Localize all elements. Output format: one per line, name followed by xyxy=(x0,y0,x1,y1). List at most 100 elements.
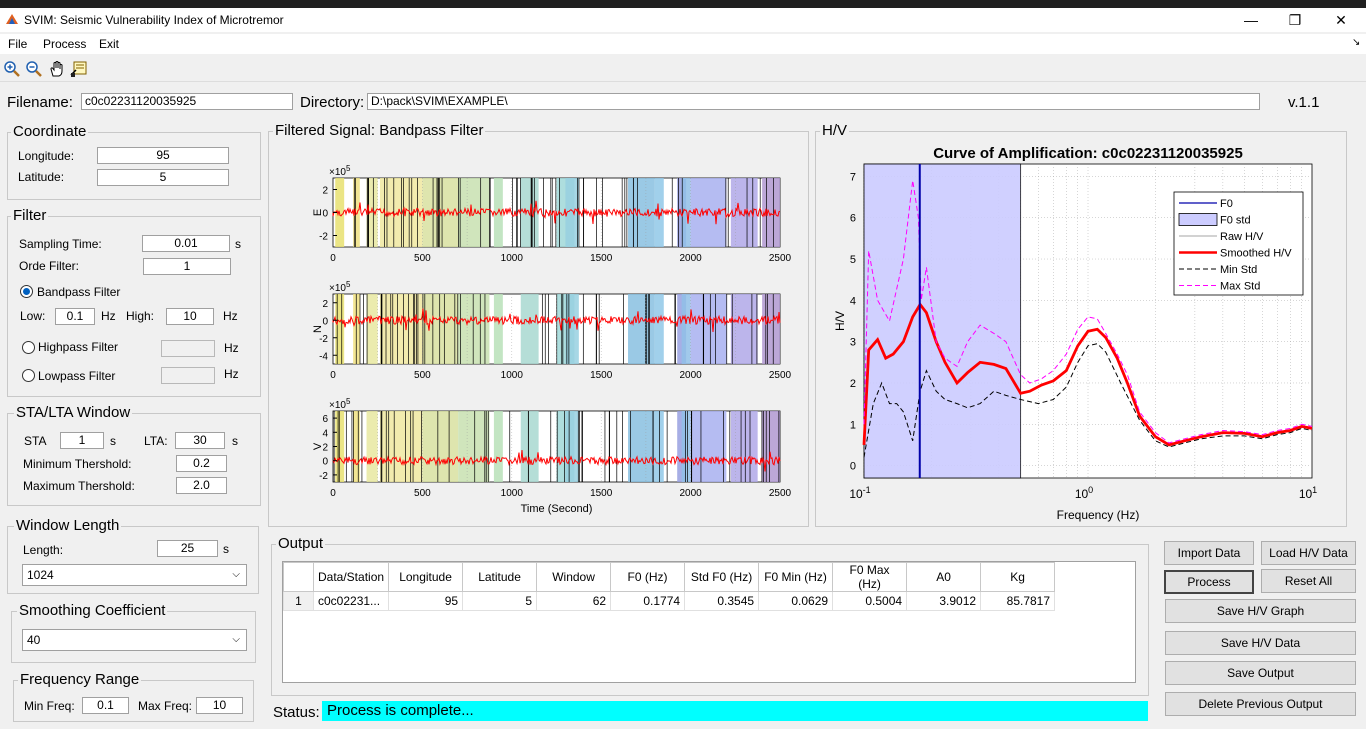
status-label: Status: xyxy=(273,704,320,721)
window-samples-value: 1024 xyxy=(27,568,54,582)
output-table[interactable]: Data/Station Longitude Latitude Window F0 (H… xyxy=(283,562,1056,611)
y-tick-label: 6 xyxy=(322,414,328,425)
highpass-radio[interactable] xyxy=(22,341,35,354)
lowpass-radio[interactable] xyxy=(22,369,35,382)
exponent-label: ×105 xyxy=(329,280,351,294)
x-tick-label: 1500 xyxy=(590,253,613,264)
column-header[interactable]: F0 Max (Hz) xyxy=(832,562,908,592)
x-tick-label: 500 xyxy=(414,253,431,264)
x-tick-label: 10-1 xyxy=(849,485,870,501)
min-threshold-field[interactable]: 0.2 xyxy=(176,455,227,472)
column-header[interactable]: F0 (Hz) xyxy=(610,562,686,592)
window-band xyxy=(690,411,727,482)
channel-label: E xyxy=(312,209,324,216)
minimize-icon[interactable]: — xyxy=(1240,10,1262,30)
column-header[interactable]: Std F0 (Hz) xyxy=(684,562,760,592)
delete-previous-output-button[interactable]: Delete Previous Output xyxy=(1165,692,1356,716)
lta-field[interactable]: 30 xyxy=(175,432,225,449)
sampling-time-unit: s xyxy=(235,237,241,251)
signal-plots[interactable]: 20-20 500 1000 1500 2000 2500×105E20-2-40 500 1… xyxy=(269,140,807,525)
process-button[interactable]: Process xyxy=(1164,570,1254,594)
freq-range-title: Frequency Range xyxy=(18,671,142,688)
orde-filter-field[interactable]: 1 xyxy=(143,258,231,275)
table-cell[interactable]: c0c02231... xyxy=(312,591,390,611)
table-cell[interactable]: 0.1774 xyxy=(610,591,686,611)
table-cell[interactable]: 1 xyxy=(283,591,314,611)
menu-file[interactable]: File xyxy=(8,37,27,51)
y-tick-label: 4 xyxy=(322,428,328,439)
x-tick-label: 101 xyxy=(1299,485,1317,501)
pan-hand-icon[interactable] xyxy=(48,60,66,78)
zoom-out-icon[interactable] xyxy=(25,60,43,78)
highpass-field xyxy=(161,340,215,357)
zoom-in-icon[interactable] xyxy=(3,60,21,78)
y-tick-label: 2 xyxy=(322,299,328,310)
max-freq-field[interactable]: 10 xyxy=(196,697,243,714)
x-tick-label: 2500 xyxy=(769,488,792,499)
max-threshold-field[interactable]: 2.0 xyxy=(176,477,227,494)
channel-label: V xyxy=(312,442,324,450)
save-hv-graph-button[interactable]: Save H/V Graph xyxy=(1165,599,1356,623)
table-cell[interactable]: 95 xyxy=(388,591,464,611)
stalta-title: STA/LTA Window xyxy=(14,404,133,421)
hv-chart[interactable]: 0 1 2 3 4 5 6 7 10-1 100 101 Curve of Amplification… xyxy=(816,140,1346,526)
longitude-label: Longitude: xyxy=(18,149,75,163)
directory-field[interactable]: D:\pack\SVIM\EXAMPLE\ xyxy=(367,93,1260,110)
table-cell[interactable]: 5 xyxy=(462,591,538,611)
table-cell[interactable]: 0.5004 xyxy=(832,591,908,611)
length-field[interactable]: 25 xyxy=(157,540,218,557)
window-band xyxy=(422,411,459,482)
window-band xyxy=(520,411,539,482)
version-label: v.1.1 xyxy=(1288,94,1320,111)
x-tick-label: 500 xyxy=(414,370,431,381)
output-table-container[interactable]: Data/Station Longitude Latitude Window F0 (H… xyxy=(282,561,1136,683)
sta-field[interactable]: 1 xyxy=(60,432,104,449)
close-icon[interactable]: ✕ xyxy=(1330,10,1352,30)
window-band xyxy=(730,294,758,364)
high-field[interactable]: 10 xyxy=(166,308,214,325)
window-band xyxy=(690,178,727,247)
table-cell[interactable]: 85.7817 xyxy=(980,591,1056,611)
lowpass-field xyxy=(161,367,215,384)
table-row[interactable]: 1 c0c02231... 95 5 62 0.1774 0.3545 0.0629 0.500… xyxy=(283,591,1056,611)
y-tick-label: 3 xyxy=(850,337,856,349)
length-unit: s xyxy=(223,542,229,556)
column-header[interactable]: Data/Station xyxy=(312,562,390,592)
table-cell[interactable]: 3.9012 xyxy=(906,591,982,611)
menu-exit[interactable]: Exit xyxy=(99,37,119,51)
load-hv-data-button[interactable]: Load H/V Data xyxy=(1261,541,1356,565)
table-cell[interactable]: 0.0629 xyxy=(758,591,834,611)
x-tick-label: 2500 xyxy=(769,253,792,264)
column-header[interactable]: Latitude xyxy=(462,562,538,592)
menu-overflow-icon[interactable]: ↘ xyxy=(1352,37,1360,48)
import-data-button[interactable]: Import Data xyxy=(1164,541,1254,565)
legend-label: F0 std xyxy=(1220,215,1251,227)
reset-all-button[interactable]: Reset All xyxy=(1261,569,1356,593)
restore-icon[interactable]: ❐ xyxy=(1284,10,1306,30)
column-header[interactable]: F0 Min (Hz) xyxy=(758,562,834,592)
bandpass-radio[interactable] xyxy=(20,285,33,298)
sampling-time-field[interactable]: 0.01 xyxy=(142,235,230,252)
x-tick-label: 1000 xyxy=(501,370,524,381)
y-tick-label: -2 xyxy=(319,471,328,482)
bandpass-label: Bandpass Filter xyxy=(37,285,121,299)
column-header[interactable]: Window xyxy=(536,562,612,592)
longitude-field[interactable]: 95 xyxy=(97,147,229,164)
table-cell[interactable]: 0.3545 xyxy=(684,591,760,611)
column-header[interactable]: Kg xyxy=(980,562,1056,592)
filename-field[interactable]: c0c02231120035925 xyxy=(81,93,293,110)
latitude-field[interactable]: 5 xyxy=(97,169,229,186)
legend-label: F0 xyxy=(1220,198,1233,210)
column-header[interactable]: A0 xyxy=(906,562,982,592)
table-cell[interactable]: 62 xyxy=(536,591,612,611)
column-header[interactable]: Longitude xyxy=(388,562,464,592)
data-cursor-icon[interactable] xyxy=(70,60,88,78)
menu-process[interactable]: Process xyxy=(43,37,86,51)
min-freq-field[interactable]: 0.1 xyxy=(82,697,129,714)
window-band xyxy=(628,294,655,364)
low-field[interactable]: 0.1 xyxy=(55,308,95,325)
window-samples-select[interactable]: 1024 ⌵ xyxy=(22,564,247,586)
save-hv-data-button[interactable]: Save H/V Data xyxy=(1165,631,1356,655)
smoothing-select[interactable]: 40 ⌵ xyxy=(22,629,247,651)
save-output-button[interactable]: Save Output xyxy=(1165,661,1356,685)
